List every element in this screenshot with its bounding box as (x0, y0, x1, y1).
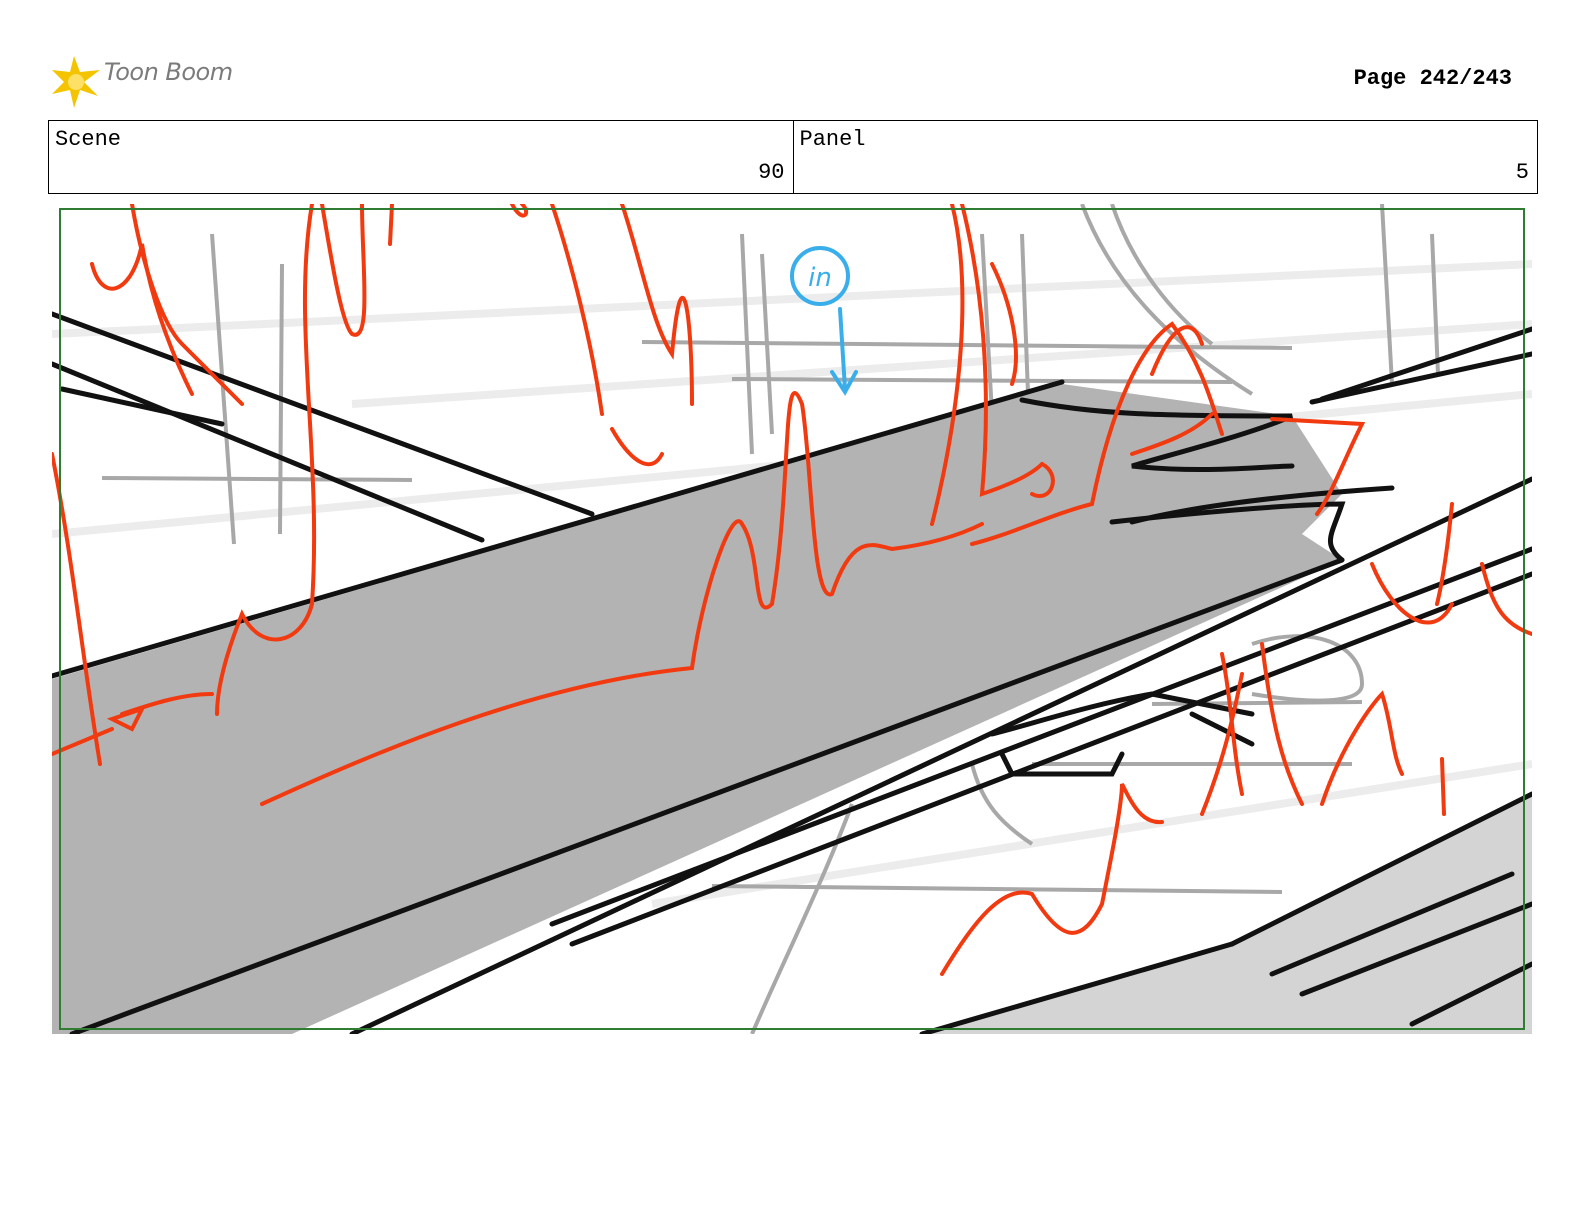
scene-label: Scene (55, 127, 122, 152)
main-beam (52, 384, 1342, 1034)
starburst-icon (52, 56, 100, 108)
logo-text: Toon Boom (104, 58, 233, 86)
panel-value: 5 (1515, 160, 1529, 185)
toon-boom-logo: Toon Boom (52, 56, 252, 108)
panel-label: Panel (799, 127, 866, 152)
storyboard-panel: in (52, 204, 1532, 1034)
storyboard-sketch: in (52, 204, 1532, 1034)
annotation-text: in (808, 263, 832, 293)
scene-cell: Scene 90 (49, 121, 793, 193)
panel-cell: Panel 5 (792, 121, 1538, 193)
scene-panel-table: Scene 90 Panel 5 (48, 120, 1538, 194)
scene-value: 90 (758, 160, 785, 185)
page-number: Page 242/243 (1353, 66, 1512, 91)
